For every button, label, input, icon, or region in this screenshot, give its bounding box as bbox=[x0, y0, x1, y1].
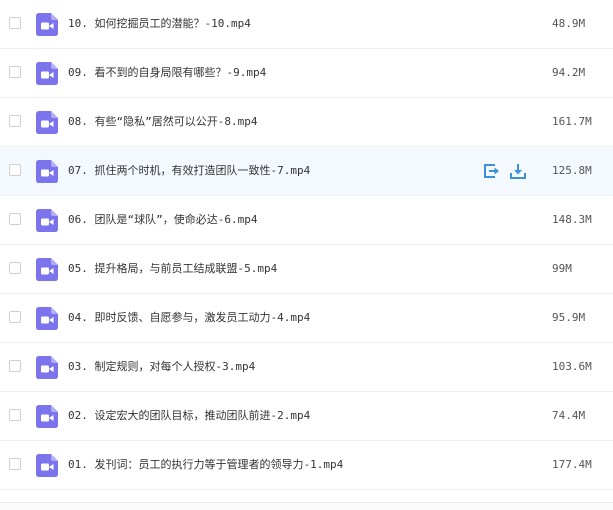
file-name[interactable]: 01. 发刊词：员工的执行力等于管理者的领导力-1.mp4 bbox=[68, 457, 343, 472]
file-name[interactable]: 09. 看不到的自身局限有哪些？-9.mp4 bbox=[68, 65, 266, 80]
row-checkbox[interactable] bbox=[9, 115, 21, 127]
file-row[interactable]: 10. 如何挖掘员工的潜能？-10.mp4 48.9M bbox=[0, 0, 613, 49]
row-checkbox[interactable] bbox=[9, 360, 21, 372]
file-name[interactable]: 02. 设定宏大的团队目标，推动团队前进-2.mp4 bbox=[68, 408, 310, 423]
file-name[interactable]: 10. 如何挖掘员工的潜能？-10.mp4 bbox=[68, 16, 251, 31]
file-row[interactable]: 03. 制定规则，对每个人授权-3.mp4 103.6M bbox=[0, 343, 613, 392]
row-checkbox[interactable] bbox=[9, 409, 21, 421]
row-checkbox[interactable] bbox=[9, 164, 21, 176]
file-row[interactable]: 01. 发刊词：员工的执行力等于管理者的领导力-1.mp4 177.4M bbox=[0, 441, 613, 490]
file-row[interactable]: 06. 团队是“球队”，使命必达-6.mp4 148.3M bbox=[0, 196, 613, 245]
open-share-icon[interactable] bbox=[482, 162, 500, 180]
file-name[interactable]: 06. 团队是“球队”，使命必达-6.mp4 bbox=[68, 212, 257, 227]
file-list: 10. 如何挖掘员工的潜能？-10.mp4 48.9M 09. 看不到的自身局限… bbox=[0, 0, 613, 502]
list-bottom-border bbox=[0, 502, 613, 510]
file-size: 74.4M bbox=[552, 409, 586, 422]
video-file-icon bbox=[36, 454, 58, 477]
video-file-icon bbox=[36, 62, 58, 85]
file-row[interactable]: 09. 看不到的自身局限有哪些？-9.mp4 94.2M bbox=[0, 49, 613, 98]
row-checkbox[interactable] bbox=[9, 66, 21, 78]
file-name[interactable]: 08. 有些“隐私”居然可以公开-8.mp4 bbox=[68, 114, 257, 129]
row-checkbox[interactable] bbox=[9, 311, 21, 323]
file-row[interactable]: 07. 抓住两个时机，有效打造团队一致性-7.mp4 125.8M bbox=[0, 147, 613, 196]
row-checkbox[interactable] bbox=[9, 17, 21, 29]
file-name[interactable]: 04. 即时反馈、自愿参与，激发员工动力-4.mp4 bbox=[68, 310, 310, 325]
file-row[interactable]: 02. 设定宏大的团队目标，推动团队前进-2.mp4 74.4M bbox=[0, 392, 613, 441]
row-checkbox[interactable] bbox=[9, 213, 21, 225]
file-row[interactable]: 08. 有些“隐私”居然可以公开-8.mp4 161.7M bbox=[0, 98, 613, 147]
row-checkbox[interactable] bbox=[9, 458, 21, 470]
file-size: 148.3M bbox=[552, 213, 592, 226]
file-size: 103.6M bbox=[552, 360, 592, 373]
video-file-icon bbox=[36, 307, 58, 330]
video-file-icon bbox=[36, 13, 58, 36]
file-size: 177.4M bbox=[552, 458, 592, 471]
video-file-icon bbox=[36, 209, 58, 232]
file-size: 95.9M bbox=[552, 311, 586, 324]
file-size: 161.7M bbox=[552, 115, 592, 128]
file-name[interactable]: 03. 制定规则，对每个人授权-3.mp4 bbox=[68, 359, 255, 374]
file-size: 48.9M bbox=[552, 17, 586, 30]
file-size: 99M bbox=[552, 262, 572, 275]
video-file-icon bbox=[36, 160, 58, 183]
video-file-icon bbox=[36, 356, 58, 379]
file-row[interactable]: 04. 即时反馈、自愿参与，激发员工动力-4.mp4 95.9M bbox=[0, 294, 613, 343]
row-checkbox[interactable] bbox=[9, 262, 21, 274]
file-size: 94.2M bbox=[552, 66, 586, 79]
file-row[interactable]: 05. 提升格局，与前员工结成联盟-5.mp4 99M bbox=[0, 245, 613, 294]
file-name[interactable]: 05. 提升格局，与前员工结成联盟-5.mp4 bbox=[68, 261, 277, 276]
video-file-icon bbox=[36, 258, 58, 281]
video-file-icon bbox=[36, 405, 58, 428]
file-name[interactable]: 07. 抓住两个时机，有效打造团队一致性-7.mp4 bbox=[68, 163, 310, 178]
download-icon[interactable] bbox=[509, 162, 527, 180]
row-actions bbox=[482, 162, 528, 182]
file-size: 125.8M bbox=[552, 164, 592, 177]
video-file-icon bbox=[36, 111, 58, 134]
